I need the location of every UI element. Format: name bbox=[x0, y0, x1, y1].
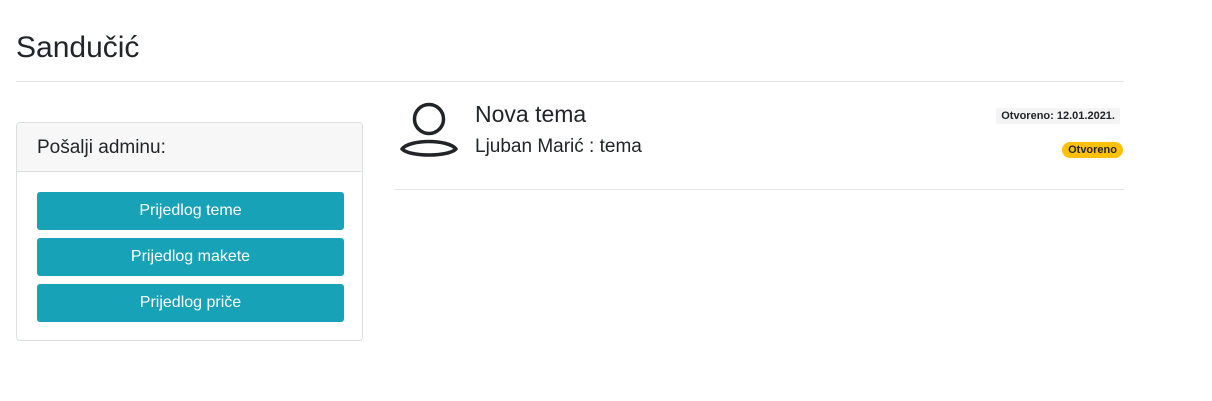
send-to-admin-card: Pošalji adminu: Prijedlog teme Prijedlog… bbox=[16, 122, 363, 341]
message-sender-topic: Ljuban Marić : tema bbox=[475, 136, 642, 157]
message-title[interactable]: Nova tema bbox=[475, 100, 586, 128]
suggest-mockup-button[interactable]: Prijedlog makete bbox=[37, 238, 344, 276]
page: Sandučić Pošalji adminu: Prijedlog teme … bbox=[0, 0, 1212, 401]
message-item[interactable]: Nova tema Ljuban Marić : tema Otvoreno: … bbox=[395, 96, 1124, 190]
opened-date-label: Otvoreno: bbox=[1001, 110, 1054, 122]
suggest-story-button[interactable]: Prijedlog priče bbox=[37, 284, 344, 322]
status-badge: Otvoreno bbox=[1062, 142, 1123, 158]
page-title: Sandučić bbox=[16, 31, 140, 64]
title-divider bbox=[16, 81, 1124, 82]
suggest-topic-button[interactable]: Prijedlog teme bbox=[37, 192, 344, 230]
opened-date-value: 12.01.2021. bbox=[1056, 110, 1115, 122]
user-icon bbox=[400, 102, 458, 157]
opened-date-badge: Otvoreno: 12.01.2021. bbox=[996, 108, 1120, 124]
send-to-admin-body: Prijedlog teme Prijedlog makete Prijedlo… bbox=[17, 172, 362, 322]
send-to-admin-header: Pošalji adminu: bbox=[17, 123, 362, 172]
